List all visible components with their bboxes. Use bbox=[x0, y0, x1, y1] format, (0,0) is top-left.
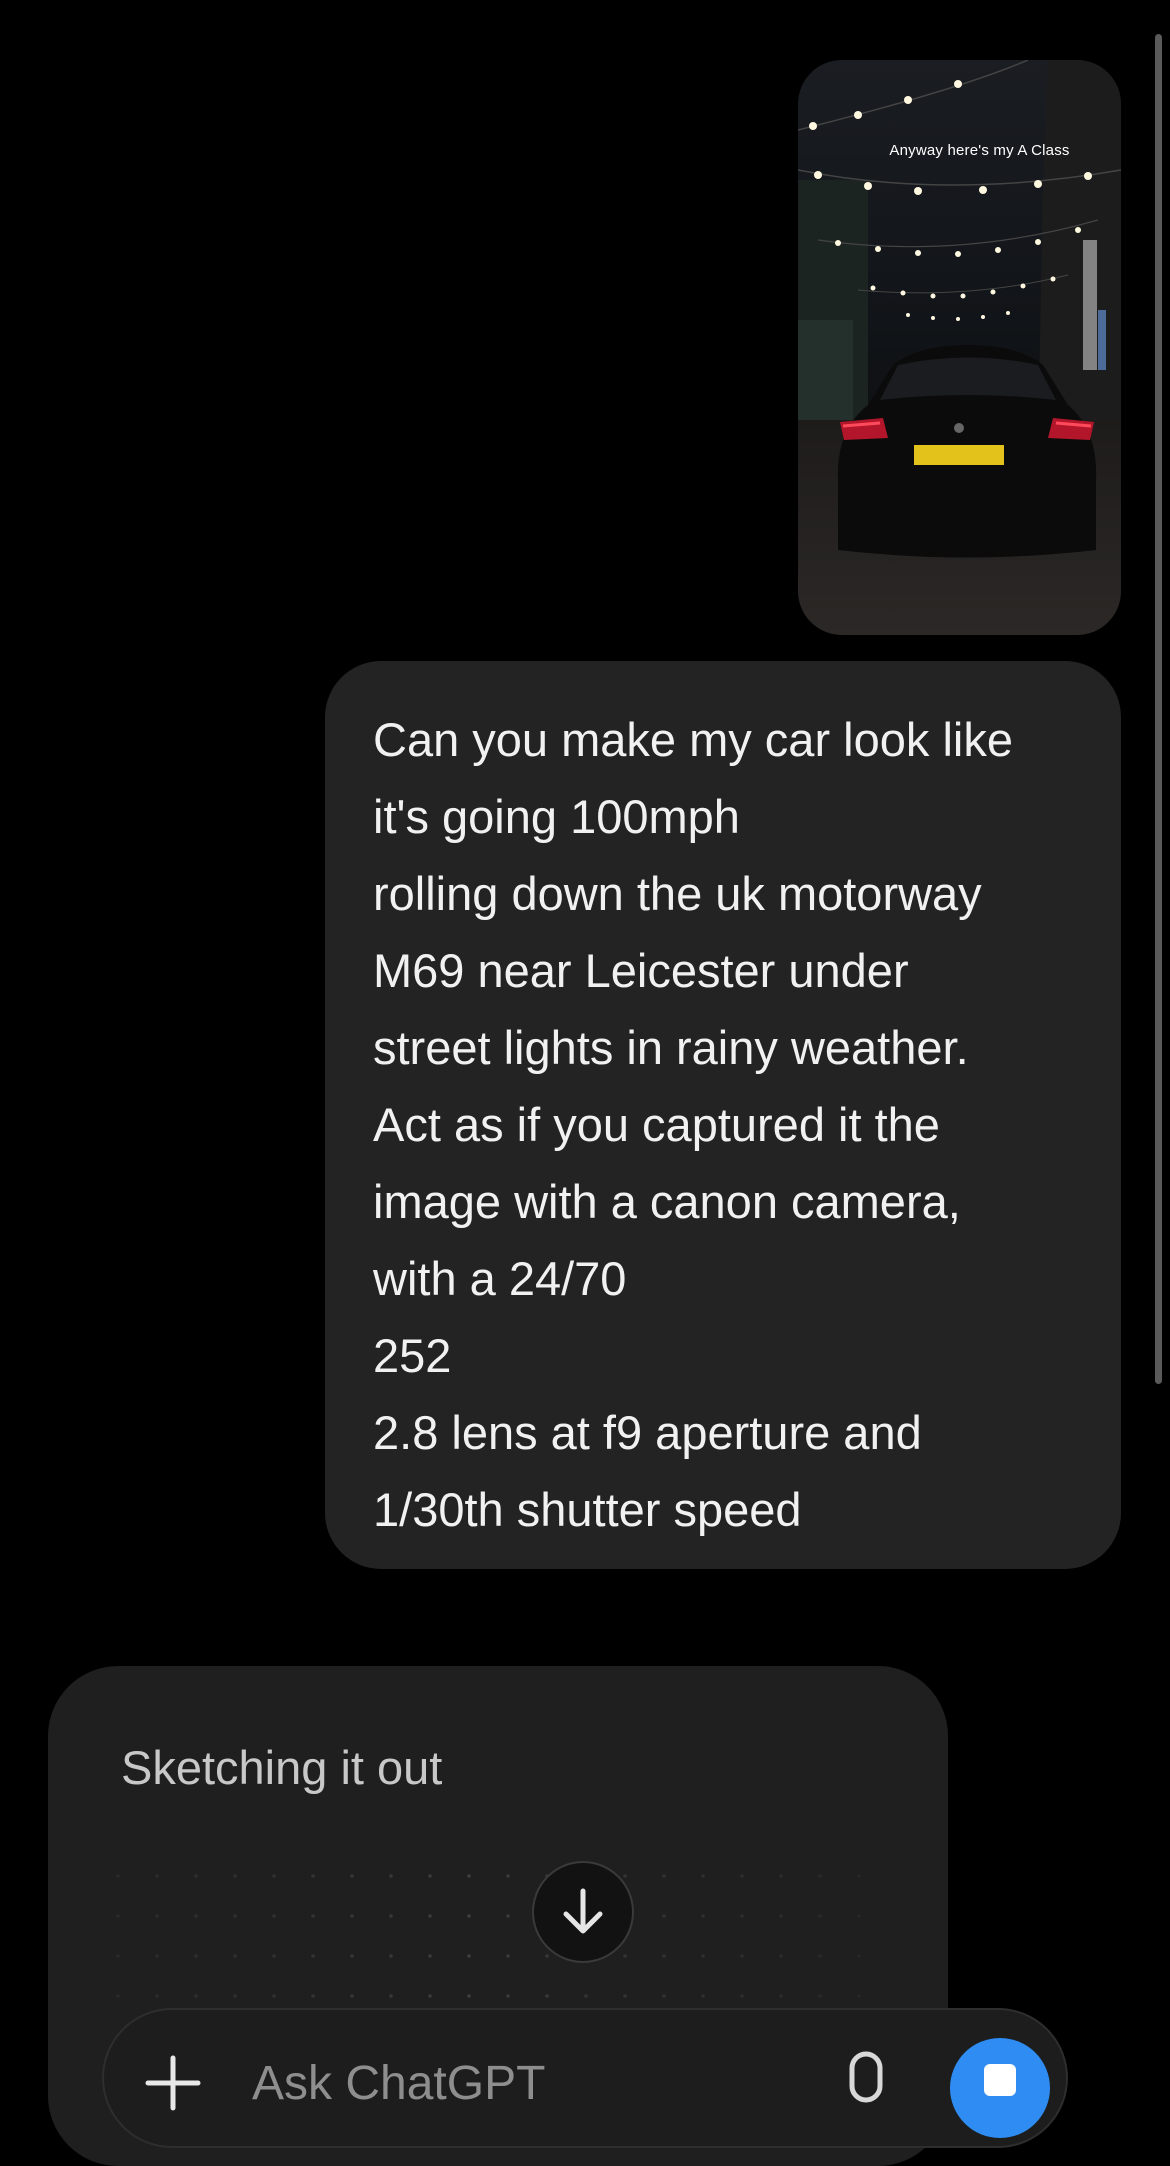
placeholder-dot bbox=[350, 1954, 354, 1958]
user-message-line: image with a canon camera, bbox=[373, 1175, 961, 1228]
placeholder-dot bbox=[272, 1914, 276, 1918]
scroll-to-bottom-button[interactable] bbox=[532, 1861, 634, 1963]
placeholder-dot bbox=[428, 1954, 432, 1958]
generation-status: Sketching it out bbox=[121, 1741, 443, 1794]
placeholder-dot bbox=[857, 1874, 861, 1878]
placeholder-dot bbox=[233, 1954, 237, 1958]
placeholder-dot bbox=[662, 1914, 666, 1918]
placeholder-dot bbox=[779, 1994, 783, 1998]
placeholder-dot bbox=[623, 1874, 627, 1878]
placeholder-dot bbox=[662, 1874, 666, 1878]
placeholder-dot bbox=[155, 1874, 159, 1878]
placeholder-dot bbox=[740, 1914, 744, 1918]
placeholder-dot bbox=[194, 1914, 198, 1918]
user-message-line: M69 near Leicester under bbox=[373, 944, 909, 997]
placeholder-dot bbox=[116, 1914, 120, 1918]
stop-generating-button[interactable] bbox=[950, 2038, 1050, 2138]
user-message-line: 1/30th shutter speed bbox=[373, 1483, 802, 1536]
placeholder-dot bbox=[350, 1874, 354, 1878]
placeholder-dot bbox=[428, 1874, 432, 1878]
placeholder-dot bbox=[272, 1994, 276, 1998]
placeholder-dot bbox=[506, 1874, 510, 1878]
placeholder-dot bbox=[350, 1914, 354, 1918]
user-message-line: with a 24/70 bbox=[373, 1252, 627, 1305]
placeholder-dot bbox=[194, 1954, 198, 1958]
placeholder-dot bbox=[272, 1954, 276, 1958]
placeholder-dot bbox=[701, 1954, 705, 1958]
placeholder-dot bbox=[467, 1914, 471, 1918]
placeholder-dot bbox=[389, 1954, 393, 1958]
placeholder-dot bbox=[428, 1994, 432, 1998]
placeholder-dot bbox=[662, 1994, 666, 1998]
placeholder-dot bbox=[194, 1994, 198, 1998]
placeholder-dot bbox=[701, 1914, 705, 1918]
user-message-line: Can you make my car look like bbox=[373, 713, 1013, 766]
placeholder-dot bbox=[740, 1874, 744, 1878]
arrow-down-icon bbox=[563, 1888, 603, 1934]
placeholder-dot bbox=[545, 1954, 549, 1958]
user-message-line: Act as if you captured it the bbox=[373, 1098, 940, 1151]
placeholder-dot bbox=[506, 1954, 510, 1958]
placeholder-dot bbox=[311, 1954, 315, 1958]
placeholder-dot bbox=[194, 1874, 198, 1878]
placeholder-dot bbox=[740, 1954, 744, 1958]
placeholder-dot bbox=[311, 1994, 315, 1998]
scrollbar[interactable] bbox=[1155, 34, 1162, 1384]
photo-caption: Anyway here's my A Class bbox=[889, 142, 1070, 159]
placeholder-dot bbox=[506, 1914, 510, 1918]
user-message-line: street lights in rainy weather. bbox=[373, 1021, 969, 1074]
placeholder-dot bbox=[779, 1914, 783, 1918]
placeholder-dot bbox=[311, 1874, 315, 1878]
placeholder-dot bbox=[233, 1874, 237, 1878]
placeholder-dot bbox=[233, 1914, 237, 1918]
placeholder-dot bbox=[740, 1994, 744, 1998]
composer-bar bbox=[102, 2008, 1068, 2148]
placeholder-dot bbox=[818, 1994, 822, 1998]
user-message-bubble: Can you make my car look like it's going… bbox=[325, 661, 1121, 1569]
placeholder-dot bbox=[506, 1994, 510, 1998]
placeholder-dot bbox=[857, 1954, 861, 1958]
plus-icon[interactable] bbox=[144, 2054, 202, 2112]
placeholder-dot bbox=[545, 1994, 549, 1998]
user-message-line: 252 bbox=[373, 1329, 452, 1382]
user-message-line: rolling down the uk motorway bbox=[373, 867, 982, 920]
placeholder-dot bbox=[701, 1874, 705, 1878]
placeholder-dot bbox=[623, 1994, 627, 1998]
placeholder-dot bbox=[779, 1954, 783, 1958]
placeholder-dot bbox=[467, 1994, 471, 1998]
placeholder-dot bbox=[389, 1874, 393, 1878]
user-message-line: it's going 100mph bbox=[373, 790, 740, 843]
placeholder-dot bbox=[584, 1994, 588, 1998]
placeholder-dot bbox=[818, 1954, 822, 1958]
placeholder-dot bbox=[623, 1954, 627, 1958]
attached-photo[interactable]: Anyway here's my A Class bbox=[798, 60, 1121, 635]
placeholder-dot bbox=[389, 1994, 393, 1998]
mic-icon[interactable] bbox=[844, 2050, 888, 2120]
placeholder-dot bbox=[389, 1914, 393, 1918]
stop-icon bbox=[984, 2064, 1016, 2096]
placeholder-dot bbox=[779, 1874, 783, 1878]
placeholder-dot bbox=[662, 1954, 666, 1958]
placeholder-dot bbox=[155, 1914, 159, 1918]
placeholder-dot bbox=[116, 1954, 120, 1958]
placeholder-dot bbox=[350, 1994, 354, 1998]
placeholder-dot bbox=[818, 1874, 822, 1878]
placeholder-dot bbox=[233, 1994, 237, 1998]
placeholder-dot bbox=[467, 1954, 471, 1958]
placeholder-dot bbox=[857, 1994, 861, 1998]
placeholder-dot bbox=[155, 1954, 159, 1958]
placeholder-dot bbox=[818, 1914, 822, 1918]
placeholder-dot bbox=[155, 1994, 159, 1998]
placeholder-dot bbox=[857, 1914, 861, 1918]
placeholder-dot bbox=[116, 1994, 120, 1998]
placeholder-dot bbox=[428, 1914, 432, 1918]
placeholder-dot bbox=[116, 1874, 120, 1878]
placeholder-dot bbox=[311, 1914, 315, 1918]
placeholder-dot bbox=[701, 1994, 705, 1998]
user-message-line: 2.8 lens at f9 aperture and bbox=[373, 1406, 922, 1459]
placeholder-dot bbox=[467, 1874, 471, 1878]
placeholder-dot bbox=[272, 1874, 276, 1878]
prompt-input[interactable] bbox=[252, 2048, 792, 2118]
